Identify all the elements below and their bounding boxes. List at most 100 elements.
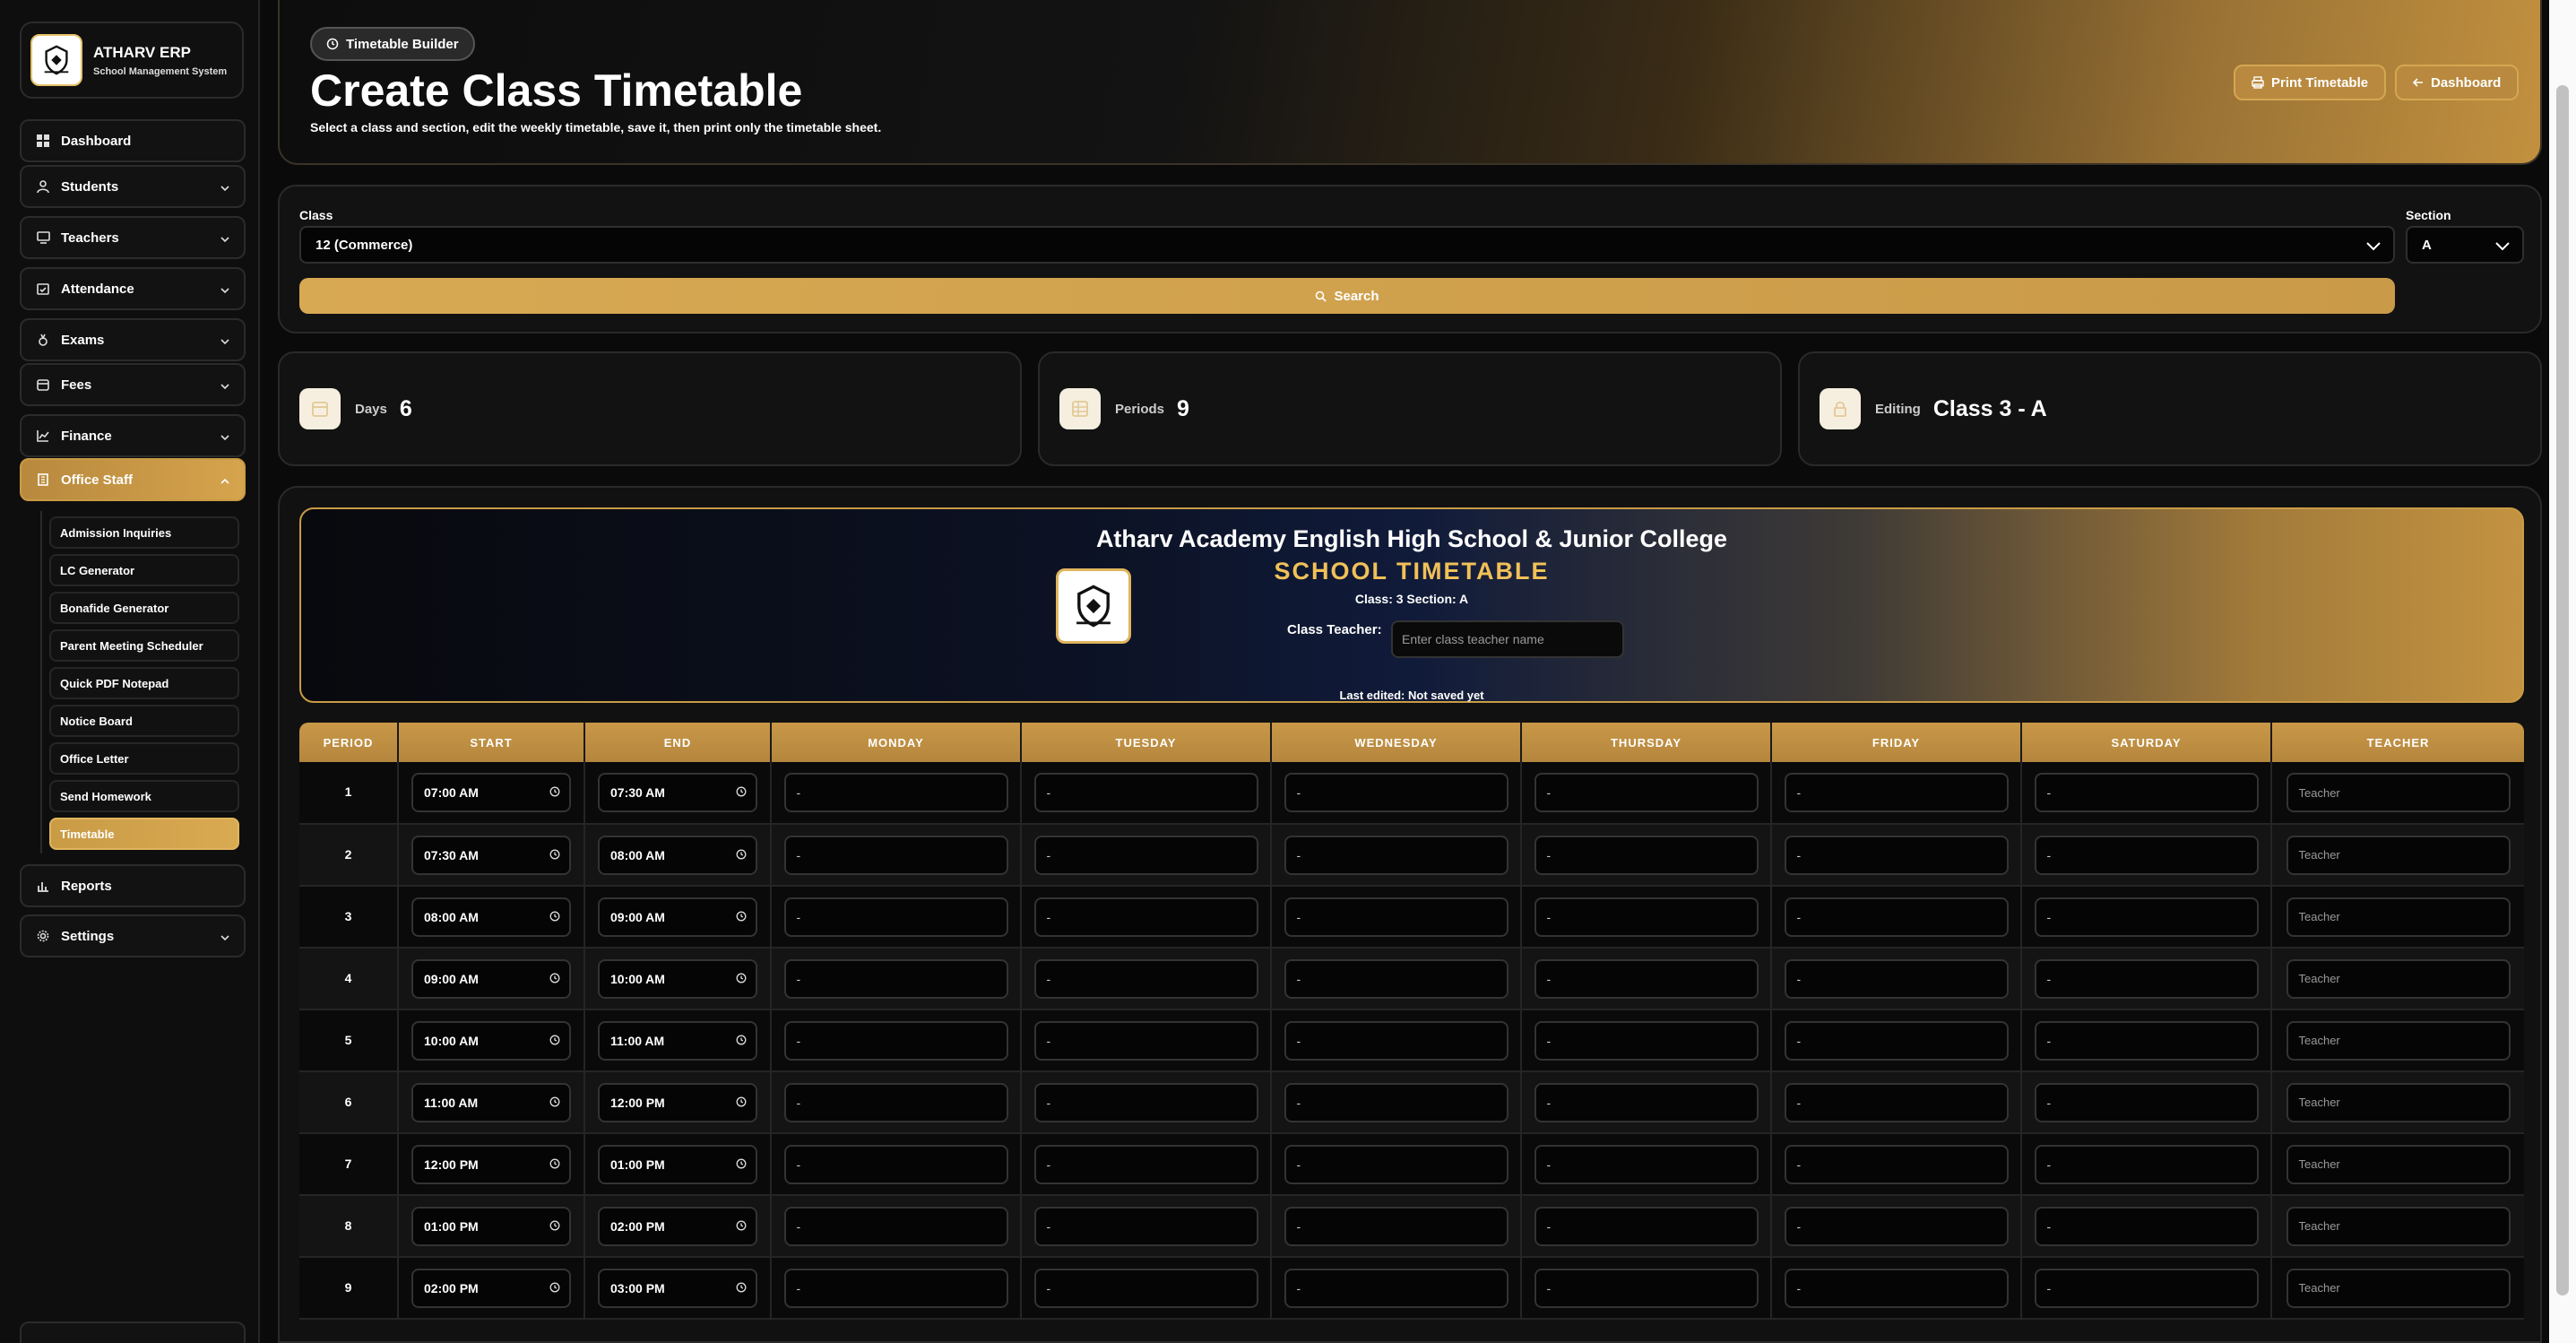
start-time-input[interactable]: 12:00 PM [411, 1144, 571, 1184]
end-time-input[interactable]: 07:30 AM [598, 773, 757, 812]
dashboard-button[interactable]: Dashboard [2395, 65, 2520, 100]
subject-input[interactable]: - [1534, 1268, 1759, 1308]
subject-input[interactable]: - [783, 1144, 1008, 1184]
start-time-input[interactable]: 01:00 PM [411, 1206, 571, 1246]
teacher-input[interactable]: Teacher [2286, 1082, 2511, 1122]
start-time-input[interactable]: 07:00 AM [411, 773, 571, 812]
subject-input[interactable]: - [783, 958, 1008, 999]
sidebar-item-exams[interactable]: Exams [20, 318, 246, 361]
subject-input[interactable]: - [1284, 1020, 1508, 1061]
subject-input[interactable]: - [2034, 773, 2259, 812]
subject-input[interactable]: - [1033, 1268, 1258, 1308]
subject-input[interactable]: - [1033, 835, 1258, 875]
sidebar-item-reports[interactable]: Reports [20, 864, 246, 907]
class-select[interactable]: 12 (Commerce) [299, 226, 2395, 264]
subject-input[interactable]: - [2034, 1144, 2259, 1184]
teacher-input[interactable]: Teacher [2286, 1020, 2511, 1061]
sidebar-item-settings[interactable]: Settings [20, 914, 246, 957]
subject-input[interactable]: - [2034, 897, 2259, 937]
subject-input[interactable]: - [783, 773, 1008, 812]
start-time-input[interactable]: 11:00 AM [411, 1082, 571, 1122]
subject-input[interactable]: - [1534, 835, 1759, 875]
subject-input[interactable]: - [1033, 897, 1258, 937]
teacher-input[interactable]: Teacher [2286, 835, 2511, 875]
subject-input[interactable]: - [1534, 1206, 1759, 1246]
subject-input[interactable]: - [1534, 773, 1759, 812]
submenu-item-parent-meeting-scheduler[interactable]: Parent Meeting Scheduler [49, 629, 239, 662]
subject-input[interactable]: - [2034, 1268, 2259, 1308]
subject-input[interactable]: - [783, 1206, 1008, 1246]
subject-input[interactable]: - [1033, 1082, 1258, 1122]
subject-input[interactable]: - [783, 1020, 1008, 1061]
subject-input[interactable]: - [1284, 1144, 1508, 1184]
sidebar-user-card[interactable] [20, 1321, 246, 1343]
subject-input[interactable]: - [2034, 958, 2259, 999]
subject-input[interactable]: - [783, 897, 1008, 937]
subject-input[interactable]: - [1784, 773, 2009, 812]
subject-input[interactable]: - [1534, 958, 1759, 999]
teacher-input[interactable]: Teacher [2286, 897, 2511, 937]
sidebar-item-dashboard[interactable]: Dashboard [20, 119, 246, 162]
section-select[interactable]: A [2406, 226, 2524, 264]
scrollbar-thumb[interactable] [2556, 85, 2569, 1295]
subject-input[interactable]: - [1033, 1206, 1258, 1246]
subject-input[interactable]: - [1784, 1020, 2009, 1061]
subject-input[interactable]: - [1784, 835, 2009, 875]
subject-input[interactable]: - [2034, 1206, 2259, 1246]
end-time-input[interactable]: 11:00 AM [598, 1020, 757, 1061]
subject-input[interactable]: - [1284, 1082, 1508, 1122]
teacher-input[interactable]: Teacher [2286, 1206, 2511, 1246]
subject-input[interactable]: - [1284, 958, 1508, 999]
subject-input[interactable]: - [1534, 1020, 1759, 1061]
subject-input[interactable]: - [783, 835, 1008, 875]
subject-input[interactable]: - [1534, 1082, 1759, 1122]
submenu-item-timetable[interactable]: Timetable [49, 818, 239, 850]
start-time-input[interactable]: 08:00 AM [411, 897, 571, 937]
teacher-input[interactable]: Teacher [2286, 958, 2511, 999]
subject-input[interactable]: - [783, 1268, 1008, 1308]
start-time-input[interactable]: 07:30 AM [411, 835, 571, 875]
teacher-input[interactable]: Teacher [2286, 1144, 2511, 1184]
subject-input[interactable]: - [1534, 897, 1759, 937]
sidebar-item-finance[interactable]: Finance [20, 414, 246, 457]
end-time-input[interactable]: 02:00 PM [598, 1206, 757, 1246]
subject-input[interactable]: - [1284, 835, 1508, 875]
end-time-input[interactable]: 09:00 AM [598, 897, 757, 937]
teacher-input[interactable]: Teacher [2286, 773, 2511, 812]
end-time-input[interactable]: 12:00 PM [598, 1082, 757, 1122]
sidebar-item-office-staff[interactable]: Office Staff [20, 458, 246, 501]
subject-input[interactable]: - [1033, 773, 1258, 812]
subject-input[interactable]: - [2034, 835, 2259, 875]
start-time-input[interactable]: 02:00 PM [411, 1268, 571, 1308]
end-time-input[interactable]: 01:00 PM [598, 1144, 757, 1184]
subject-input[interactable]: - [1784, 1206, 2009, 1246]
end-time-input[interactable]: 10:00 AM [598, 958, 757, 999]
subject-input[interactable]: - [2034, 1082, 2259, 1122]
submenu-item-office-letter[interactable]: Office Letter [49, 742, 239, 775]
submenu-item-bonafide-generator[interactable]: Bonafide Generator [49, 592, 239, 624]
teacher-input[interactable]: Teacher [2286, 1268, 2511, 1308]
subject-input[interactable]: - [1784, 1144, 2009, 1184]
submenu-item-send-homework[interactable]: Send Homework [49, 780, 239, 812]
class-teacher-input[interactable] [1391, 620, 1624, 658]
sidebar-item-attendance[interactable]: Attendance [20, 267, 246, 310]
brand-card[interactable]: ATHARV ERP School Management System [20, 22, 244, 99]
subject-input[interactable]: - [1784, 897, 2009, 937]
search-button[interactable]: Search [299, 278, 2395, 314]
subject-input[interactable]: - [1033, 1144, 1258, 1184]
subject-input[interactable]: - [1284, 1206, 1508, 1246]
submenu-item-notice-board[interactable]: Notice Board [49, 705, 239, 737]
subject-input[interactable]: - [1284, 1268, 1508, 1308]
submenu-item-admission-inquiries[interactable]: Admission Inquiries [49, 516, 239, 549]
subject-input[interactable]: - [1284, 773, 1508, 812]
start-time-input[interactable]: 10:00 AM [411, 1020, 571, 1061]
print-timetable-button[interactable]: Print Timetable [2234, 65, 2387, 100]
start-time-input[interactable]: 09:00 AM [411, 958, 571, 999]
subject-input[interactable]: - [1033, 958, 1258, 999]
subject-input[interactable]: - [1534, 1144, 1759, 1184]
subject-input[interactable]: - [1284, 897, 1508, 937]
scrollbar[interactable] [2549, 0, 2576, 1343]
subject-input[interactable]: - [1033, 1020, 1258, 1061]
subject-input[interactable]: - [2034, 1020, 2259, 1061]
sidebar-item-students[interactable]: Students [20, 165, 246, 208]
